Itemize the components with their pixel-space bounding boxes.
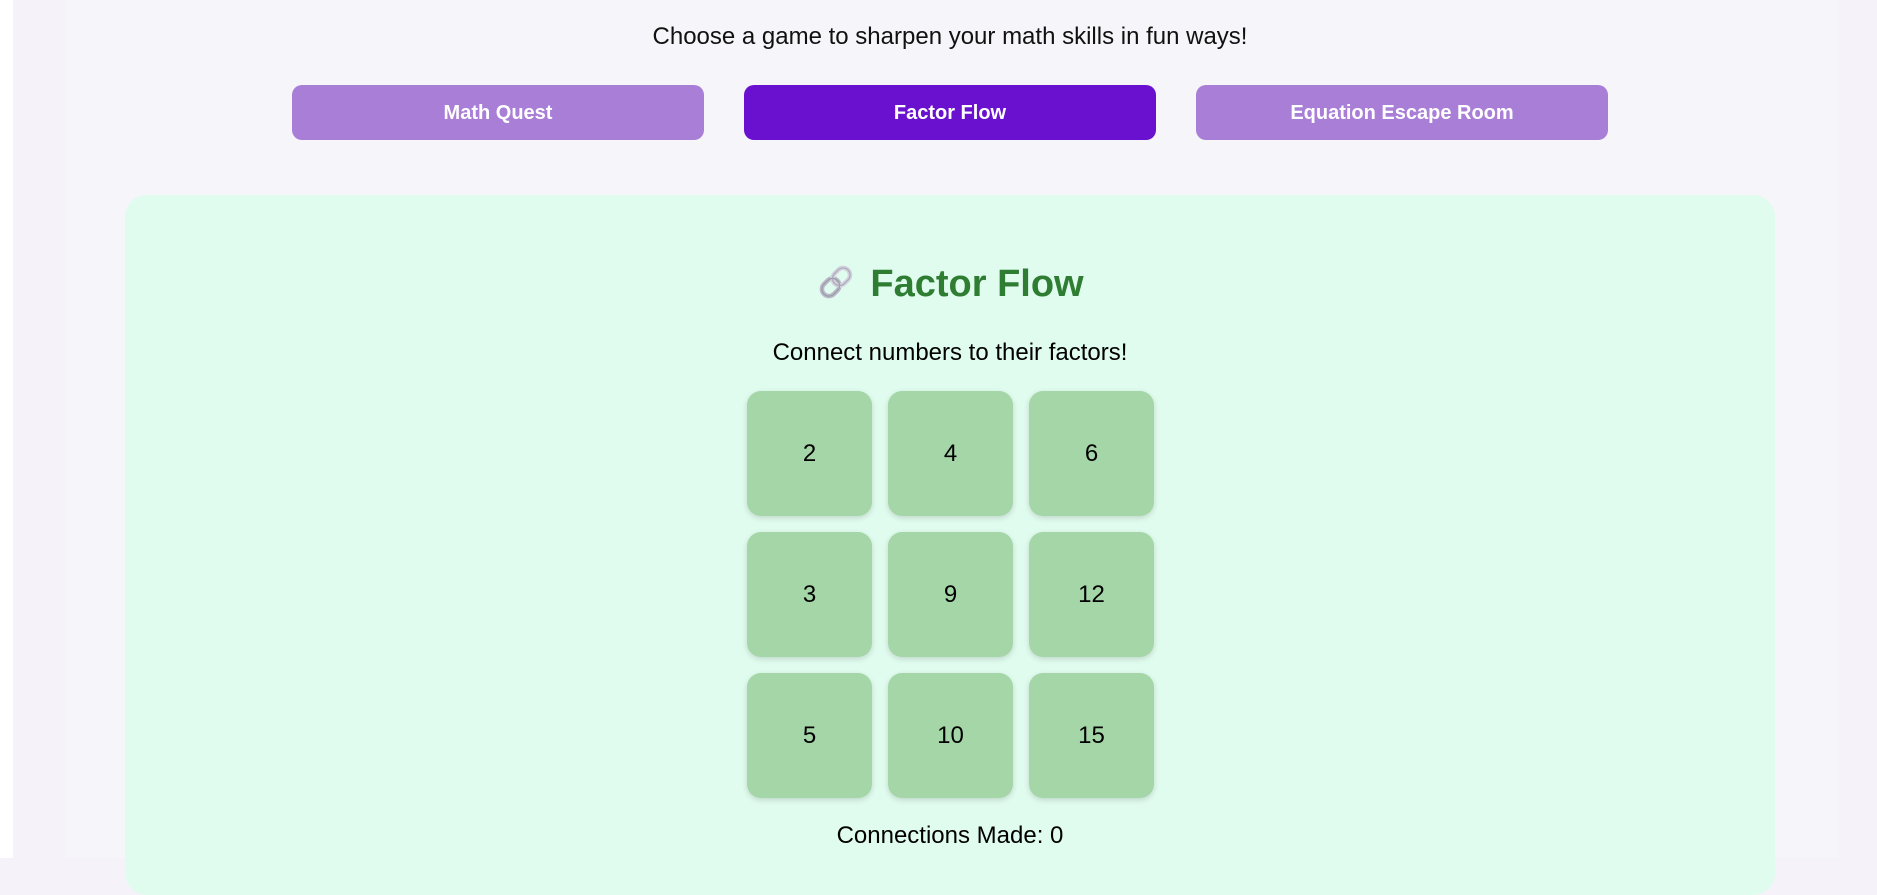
game-instructions: Connect numbers to their factors! [772, 339, 1128, 366]
number-tile[interactable]: 4 [888, 391, 1013, 516]
page-tagline: Choose a game to sharpen your math skill… [652, 23, 1248, 50]
number-tile[interactable]: 9 [888, 532, 1013, 657]
number-tile[interactable]: 5 [747, 673, 872, 798]
game-title-text: Factor Flow [870, 263, 1084, 305]
number-tile[interactable]: 6 [1029, 391, 1154, 516]
tab-factor-flow[interactable]: Factor Flow [744, 85, 1156, 140]
connections-count: 0 [1050, 822, 1064, 849]
connections-label: Connections Made: [836, 822, 1051, 849]
connections-status: Connections Made: 0 [0, 820, 1877, 852]
tab-math-quest[interactable]: Math Quest [292, 85, 704, 140]
game-title: Factor Flow [0, 262, 1877, 306]
number-tile[interactable]: 12 [1029, 532, 1154, 657]
tab-equation-escape-room[interactable]: Equation Escape Room [1196, 85, 1608, 140]
number-tile[interactable]: 10 [888, 673, 1013, 798]
number-tile[interactable]: 3 [747, 532, 872, 657]
number-tile[interactable]: 2 [747, 391, 872, 516]
page-margin [0, 0, 13, 858]
number-tile[interactable]: 15 [1029, 673, 1154, 798]
link-icon [816, 262, 856, 302]
